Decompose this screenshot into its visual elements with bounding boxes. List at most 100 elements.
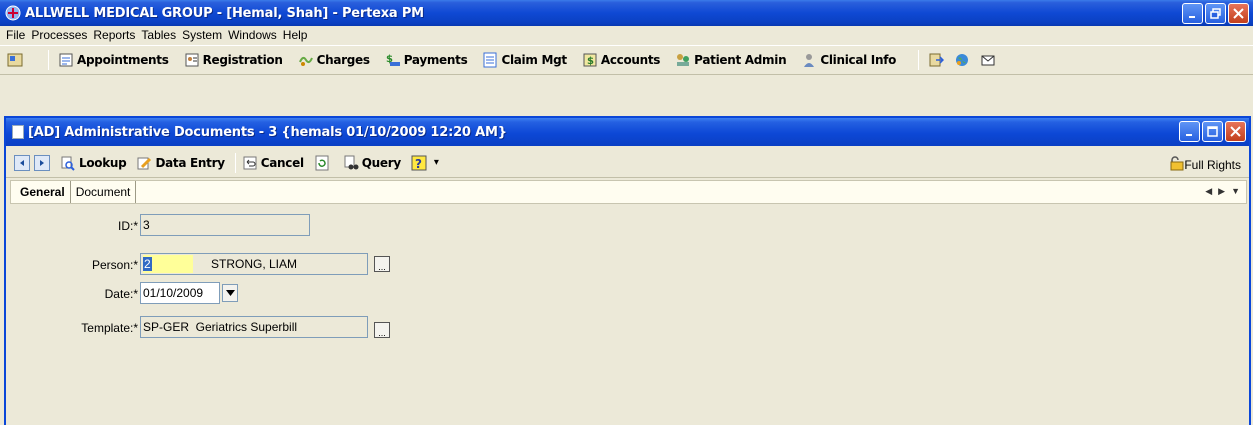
help-button[interactable]: ? ▾ (411, 155, 439, 171)
toolbar-separator (918, 50, 920, 70)
appointments-button[interactable]: Appointments (57, 51, 169, 69)
child-close-button[interactable] (1225, 121, 1246, 142)
menu-processes[interactable]: Processes (28, 27, 90, 43)
template-value: SP-GER Geriatrics Superbill (143, 320, 298, 334)
lookup-button[interactable]: Lookup (60, 155, 127, 171)
app-window-controls (1182, 3, 1249, 24)
menu-system[interactable]: System (179, 27, 225, 43)
query-button[interactable]: Query (343, 155, 401, 171)
exit-icon (927, 51, 945, 69)
id-label: ID:* (117, 219, 138, 233)
payments-icon: $ (384, 51, 402, 69)
magnifier-icon (60, 155, 76, 171)
template-lookup-button[interactable]: ... (374, 322, 390, 338)
patient-admin-label: Patient Admin (694, 53, 787, 67)
globe-icon (953, 51, 971, 69)
refresh-icon (314, 155, 330, 171)
registration-label: Registration (202, 53, 283, 67)
appointments-label: Appointments (77, 53, 169, 67)
dropdown-arrow-icon[interactable]: ▾ (434, 157, 439, 168)
registration-button[interactable]: Registration (183, 51, 283, 69)
full-rights-label: Full Rights (1184, 157, 1241, 172)
charges-button[interactable]: Charges (297, 51, 370, 69)
toolbar-separator (48, 50, 49, 70)
tab-expand-icon[interactable]: ▼ (1231, 186, 1240, 197)
restore-button[interactable] (1205, 3, 1226, 24)
clinical-info-button[interactable]: Clinical Info (800, 51, 896, 69)
person-id-input[interactable]: 2 (143, 255, 193, 273)
template-field[interactable]: SP-GER Geriatrics Superbill (140, 316, 368, 338)
person-label: Person:* (91, 258, 138, 272)
mail-button[interactable] (979, 51, 999, 69)
child-maximize-button[interactable] (1202, 121, 1223, 142)
previous-record-button[interactable] (14, 154, 30, 171)
home-icon (6, 51, 24, 69)
appointments-icon (57, 51, 75, 69)
clinical-info-label: Clinical Info (820, 53, 897, 67)
lookup-label: Lookup (79, 155, 127, 170)
date-field[interactable]: 01/10/2009 (140, 282, 220, 304)
person-name-value: STRONG, LIAM (211, 257, 298, 271)
menu-reports[interactable]: Reports (90, 27, 138, 43)
claim-mgt-button[interactable]: Claim Mgt (481, 51, 567, 69)
id-field: 3 (140, 214, 310, 236)
accounts-icon: $ (581, 51, 599, 69)
id-value: 3 (143, 218, 150, 232)
minimize-button[interactable] (1182, 3, 1203, 24)
child-toolbar: Lookup Data Entry Cancel Query ? ▾ Full … (6, 148, 1249, 178)
date-value: 01/10/2009 (143, 286, 204, 300)
claim-mgt-icon (481, 51, 499, 69)
data-entry-button[interactable]: Data Entry (136, 155, 225, 171)
menu-tables[interactable]: Tables (138, 27, 179, 43)
date-label: Date:* (104, 287, 138, 301)
patient-admin-button[interactable]: Patient Admin (674, 51, 787, 69)
envelope-icon (979, 51, 997, 69)
registration-icon (183, 51, 201, 69)
next-record-button[interactable] (34, 154, 50, 171)
app-title: ALLWELL MEDICAL GROUP - [Hemal, Shah] - … (25, 5, 424, 21)
cancel-label: Cancel (260, 155, 304, 170)
arrow-right-icon (40, 159, 44, 166)
child-window-title: [AD] Administrative Documents - 3 {hemal… (28, 124, 507, 140)
pencil-icon (136, 155, 152, 171)
person-lookup-button[interactable]: ... (374, 256, 390, 272)
menu-help[interactable]: Help (280, 27, 311, 43)
menu-bar: File Processes Reports Tables System Win… (0, 26, 1253, 44)
accounts-button[interactable]: $ Accounts (581, 51, 660, 69)
tab-scroll-right-icon[interactable]: ▶ (1218, 186, 1225, 197)
child-minimize-button[interactable] (1179, 121, 1200, 142)
clinical-info-icon (800, 51, 818, 69)
refresh-button[interactable] (314, 155, 333, 171)
app-logo-icon (5, 5, 21, 21)
template-label: Template:* (81, 321, 138, 335)
data-entry-label: Data Entry (155, 155, 225, 170)
tab-scroll-left-icon[interactable]: ◀ (1205, 186, 1212, 197)
chevron-down-icon (225, 290, 235, 296)
tab-document[interactable]: Document (71, 181, 137, 203)
child-titlebar: [AD] Administrative Documents - 3 {hemal… (6, 118, 1249, 146)
administrative-documents-window: [AD] Administrative Documents - 3 {hemal… (4, 116, 1251, 425)
toolbar-home-button[interactable] (6, 51, 26, 69)
internet-button[interactable] (953, 51, 973, 69)
svg-text:?: ? (415, 157, 422, 171)
menu-windows[interactable]: Windows (225, 27, 280, 43)
cancel-button[interactable]: Cancel (242, 155, 304, 171)
binoculars-icon (343, 155, 359, 171)
tab-general[interactable]: General (15, 181, 71, 203)
close-button[interactable] (1228, 3, 1249, 24)
tab-strip: General Document ◀ ▶ ▼ (10, 180, 1247, 204)
full-rights-indicator: Full Rights (1168, 155, 1241, 174)
general-form: ID:* 3 Person:* 2 STRONG, LIAM ... Date:… (10, 204, 1247, 425)
toolbar-separator (234, 152, 236, 173)
person-field[interactable]: 2 STRONG, LIAM (140, 253, 368, 275)
accounts-label: Accounts (600, 53, 661, 67)
payments-button[interactable]: $ Payments (384, 51, 468, 69)
exit-button[interactable] (927, 51, 947, 69)
date-dropdown-button[interactable] (222, 284, 238, 302)
claim-mgt-label: Claim Mgt (501, 53, 567, 67)
main-toolbar: Appointments Registration Charges $ Paym… (0, 45, 1253, 75)
menu-file[interactable]: File (3, 27, 28, 43)
lock-icon (1168, 155, 1184, 174)
patient-admin-icon (674, 51, 692, 69)
person-id-value: 2 (143, 257, 152, 271)
